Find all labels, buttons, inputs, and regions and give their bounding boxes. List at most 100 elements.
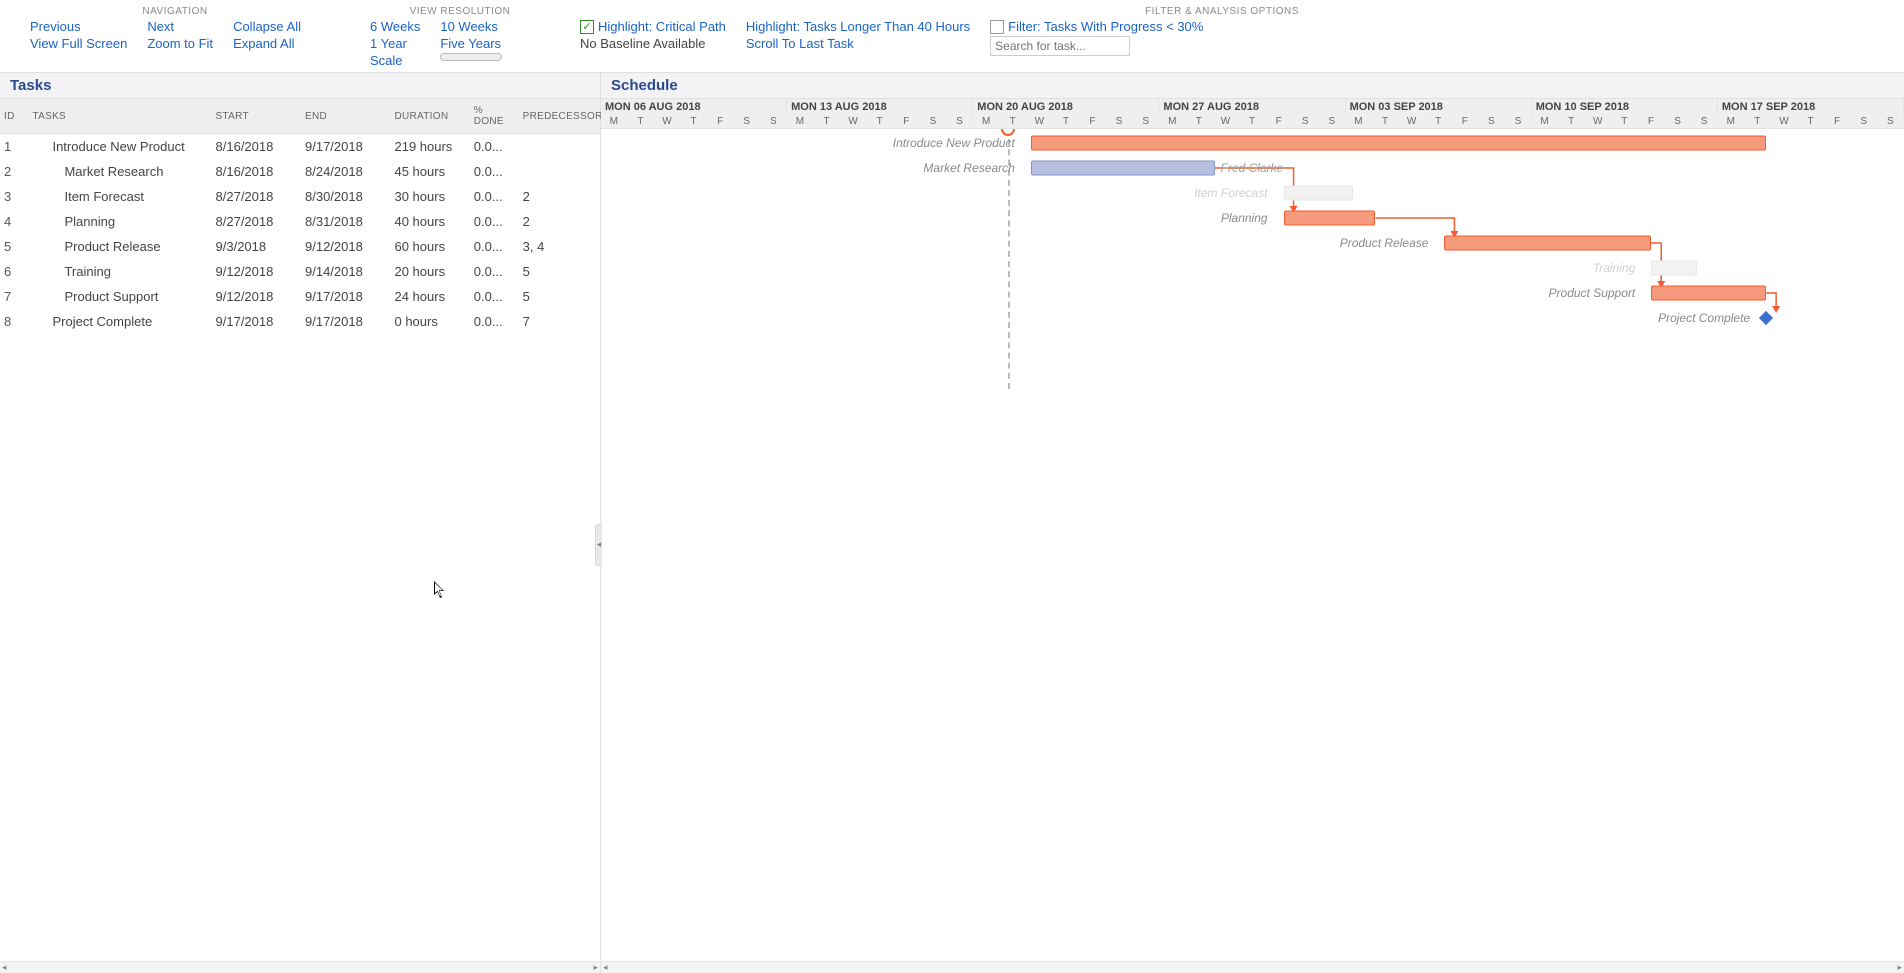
col-id[interactable]: ID — [0, 99, 28, 134]
col-tasks[interactable]: TASKS — [28, 99, 211, 134]
col-done[interactable]: % DONE — [470, 99, 519, 134]
day-header: F — [1266, 115, 1293, 128]
gantt-bar[interactable] — [1284, 186, 1353, 201]
day-header: M — [973, 115, 1000, 128]
nav-fullscreen[interactable]: View Full Screen — [30, 36, 127, 51]
filter-heading: FILTER & ANALYSIS OPTIONS — [580, 6, 1864, 17]
nav-expand[interactable]: Expand All — [233, 36, 301, 51]
table-row[interactable]: 8Project Complete9/17/20189/17/20180 hou… — [0, 309, 600, 334]
chk-filter-progress[interactable] — [990, 20, 1004, 34]
day-header: F — [1638, 115, 1665, 128]
gantt-bar[interactable] — [1284, 211, 1376, 226]
day-header: F — [707, 115, 734, 128]
table-row[interactable]: 1Introduce New Product8/16/20189/17/2018… — [0, 134, 600, 160]
schedule-hscroll[interactable]: ◂▸ — [601, 961, 1904, 973]
schedule-panel: ◂ Schedule MON 06 AUG 2018MON 13 AUG 201… — [601, 73, 1904, 973]
day-header: M — [787, 115, 814, 128]
week-header: MON 17 SEP 2018 — [1718, 99, 1904, 115]
week-header: MON 03 SEP 2018 — [1346, 99, 1532, 115]
day-header: S — [1878, 115, 1904, 128]
table-row[interactable]: 5Product Release9/3/20189/12/201860 hour… — [0, 234, 600, 259]
day-header: W — [1585, 115, 1612, 128]
nav-collapse[interactable]: Collapse All — [233, 19, 301, 34]
day-header: S — [1851, 115, 1878, 128]
day-header: T — [1745, 115, 1772, 128]
day-header: W — [840, 115, 867, 128]
day-header: T — [814, 115, 841, 128]
day-header: S — [734, 115, 761, 128]
day-header: S — [947, 115, 974, 128]
table-row[interactable]: 7Product Support9/12/20189/17/201824 hou… — [0, 284, 600, 309]
nav-previous[interactable]: Previous — [30, 19, 127, 34]
day-header: T — [1372, 115, 1399, 128]
filter-progress[interactable]: Filter: Tasks With Progress < 30% — [1008, 19, 1203, 34]
day-header: W — [1399, 115, 1426, 128]
scroll-last[interactable]: Scroll To Last Task — [746, 36, 970, 51]
col-pred[interactable]: PREDECESSORS — [519, 99, 600, 134]
today-marker — [1001, 129, 1015, 136]
day-header: S — [1691, 115, 1718, 128]
gantt-row-label: Item Forecast — [1194, 186, 1275, 200]
table-row[interactable]: 3Item Forecast8/27/20188/30/201830 hours… — [0, 184, 600, 209]
gantt-chart[interactable]: Introduce New Product Market Research Fred… — [601, 129, 1904, 389]
tasks-hscroll[interactable]: ◂▸ — [0, 961, 600, 973]
day-header: S — [1479, 115, 1506, 128]
week-header: MON 06 AUG 2018 — [601, 99, 787, 115]
day-header: F — [1824, 115, 1851, 128]
gantt-bar[interactable] — [1651, 286, 1766, 301]
gantt-bar[interactable] — [1444, 236, 1651, 251]
day-header: F — [1080, 115, 1107, 128]
day-header: M — [1159, 115, 1186, 128]
day-header: W — [654, 115, 681, 128]
search-input[interactable] — [990, 36, 1130, 56]
gantt-row-label: Product Support — [1549, 286, 1644, 300]
milestone-marker[interactable] — [1759, 311, 1773, 325]
assignee-label: Fred Clarke — [1221, 161, 1284, 175]
day-header: W — [1771, 115, 1798, 128]
gantt-row-label: Introduce New Product — [893, 136, 1023, 150]
day-header: M — [1532, 115, 1559, 128]
timeline-header: MON 06 AUG 2018MON 13 AUG 2018MON 20 AUG… — [601, 99, 1904, 129]
col-end[interactable]: END — [301, 99, 390, 134]
schedule-title: Schedule — [601, 73, 1904, 99]
gantt-row-label: Product Release — [1340, 236, 1437, 250]
tasks-header-row: ID TASKS START END DURATION % DONE PREDE… — [0, 99, 600, 134]
scale-slider[interactable] — [440, 53, 502, 61]
gantt-bar[interactable] — [1031, 136, 1766, 151]
table-row[interactable]: 4Planning8/27/20188/31/201840 hours0.0..… — [0, 209, 600, 234]
day-header: T — [1798, 115, 1825, 128]
res-6weeks[interactable]: 6 Weeks — [370, 19, 420, 34]
day-header: T — [1612, 115, 1639, 128]
week-header: MON 13 AUG 2018 — [787, 99, 973, 115]
highlight-long[interactable]: Highlight: Tasks Longer Than 40 Hours — [746, 19, 970, 34]
res-10weeks[interactable]: 10 Weeks — [440, 19, 502, 34]
day-header: M — [1346, 115, 1373, 128]
day-header: F — [1452, 115, 1479, 128]
chk-critical-path[interactable] — [580, 20, 594, 34]
nav-zoomfit[interactable]: Zoom to Fit — [147, 36, 213, 51]
day-header: S — [1106, 115, 1133, 128]
res-5years[interactable]: Five Years — [440, 36, 502, 51]
table-row[interactable]: 6Training9/12/20189/14/201820 hours0.0..… — [0, 259, 600, 284]
toolbar: NAVIGATION Previous View Full Screen Nex… — [0, 0, 1904, 72]
week-header: MON 27 AUG 2018 — [1159, 99, 1345, 115]
day-header: M — [601, 115, 628, 128]
res-1year[interactable]: 1 Year — [370, 36, 420, 51]
gantt-bar[interactable] — [1651, 261, 1697, 276]
day-header: W — [1027, 115, 1054, 128]
main: Tasks ID TASKS START END DURATION % DONE… — [0, 72, 1904, 973]
day-header: S — [1665, 115, 1692, 128]
gantt-row-label: Project Complete — [1658, 311, 1758, 325]
gantt-bar[interactable] — [1031, 161, 1215, 176]
day-header: T — [1053, 115, 1080, 128]
week-header: MON 10 SEP 2018 — [1532, 99, 1718, 115]
gantt-row-label: Market Research — [923, 161, 1022, 175]
nav-next[interactable]: Next — [147, 19, 213, 34]
col-duration[interactable]: DURATION — [390, 99, 469, 134]
day-header: S — [1505, 115, 1532, 128]
table-row[interactable]: 2Market Research8/16/20188/24/201845 hou… — [0, 159, 600, 184]
col-start[interactable]: START — [212, 99, 301, 134]
day-header: T — [1239, 115, 1266, 128]
res-scale[interactable]: Scale — [370, 53, 420, 68]
highlight-critical[interactable]: Highlight: Critical Path — [598, 19, 726, 34]
